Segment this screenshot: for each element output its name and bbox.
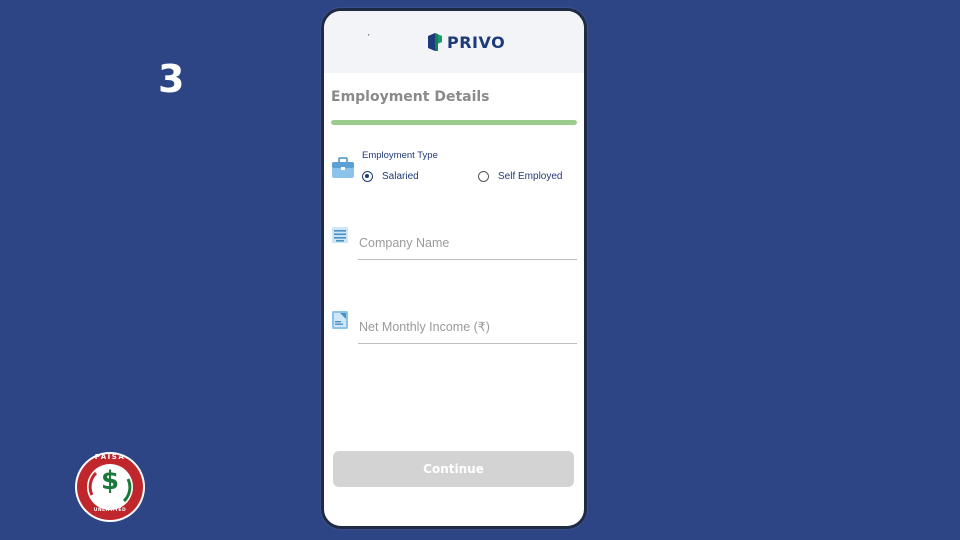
radio-self-employed[interactable]: Self Employed: [478, 171, 562, 182]
company-name-input[interactable]: [358, 226, 577, 260]
badge-top-text: PAISA: [94, 453, 126, 461]
header-tick: ': [368, 33, 370, 42]
radio-salaried-circle[interactable]: [362, 171, 373, 182]
employment-type-label: Employment Type: [362, 150, 438, 161]
briefcase-icon: [332, 157, 354, 178]
brand-name: PRIVO: [447, 32, 506, 52]
section-title: Employment Details: [331, 89, 490, 105]
privo-logo: PRIVO: [426, 31, 505, 53]
dollar-icon: $: [100, 466, 120, 496]
paisa-unlimited-badge: PAISA $ UNLIMITED: [74, 451, 146, 523]
net-monthly-income-input[interactable]: [358, 310, 577, 344]
radio-self-employed-label: Self Employed: [498, 171, 563, 182]
badge-bottom-text: UNLIMITED: [93, 508, 127, 513]
continue-button[interactable]: Continue: [333, 451, 574, 487]
radio-salaried-label: Salaried: [382, 171, 419, 182]
step-number: 3: [158, 57, 185, 101]
app-header: ' PRIVO: [324, 11, 584, 73]
progress-fill: [331, 120, 577, 125]
progress-bar: [331, 120, 577, 125]
radio-self-employed-circle[interactable]: [478, 171, 489, 182]
phone-frame: ' PRIVO Employment Details Employment Ty…: [321, 8, 587, 529]
building-icon: [332, 227, 348, 243]
privo-logo-icon: [428, 33, 442, 51]
document-icon: [332, 311, 348, 329]
radio-salaried[interactable]: Salaried: [362, 171, 419, 182]
